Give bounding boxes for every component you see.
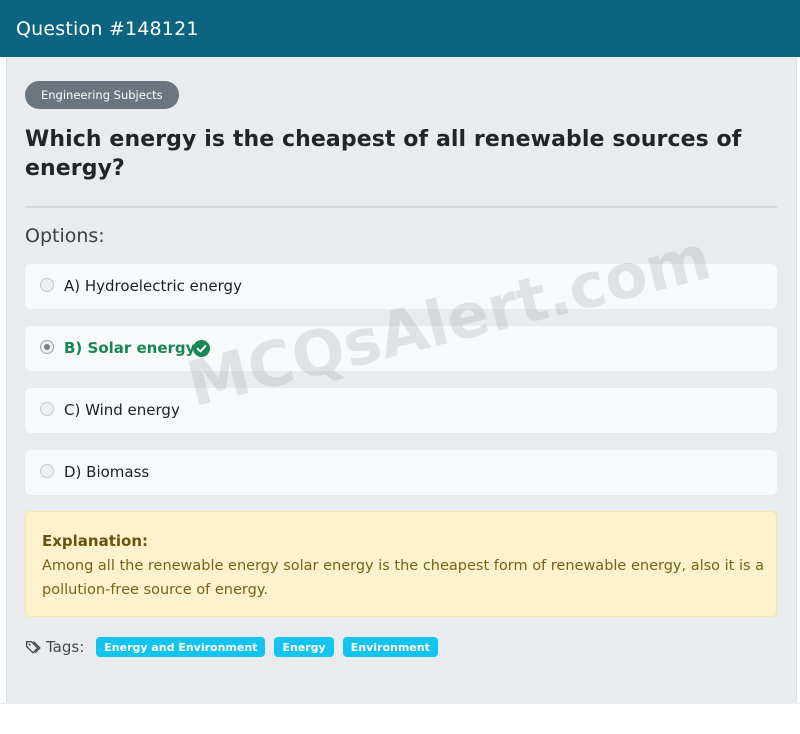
explanation-box: Explanation: Among all the renewable ene… (25, 511, 777, 617)
option-c-label: C) Wind energy (64, 401, 180, 419)
bottom-divider (0, 703, 800, 704)
options-label: Options: (25, 225, 105, 247)
option-d-label: D) Biomass (64, 463, 150, 481)
explanation-text: Among all the renewable energy solar ene… (42, 558, 765, 598)
option-d-radio[interactable] (40, 464, 54, 478)
check-circle-icon (193, 340, 210, 357)
category-badge[interactable]: Engineering Subjects (25, 81, 179, 109)
divider (25, 206, 777, 208)
option-b[interactable]: B) Solar energy (25, 326, 777, 371)
page-header: Question #148121 (0, 0, 800, 57)
option-c-radio[interactable] (40, 402, 54, 416)
option-a-radio[interactable] (40, 278, 54, 292)
tags-icon (25, 640, 41, 654)
explanation-title: Explanation: (42, 532, 149, 550)
tags-row: Tags: Energy and Environment Energy Envi… (25, 636, 447, 658)
option-c[interactable]: C) Wind energy (25, 388, 777, 433)
option-a-label: A) Hydroelectric energy (64, 277, 242, 295)
question-text: Which energy is the cheapest of all rene… (25, 127, 742, 181)
option-d[interactable]: D) Biomass (25, 450, 777, 495)
tag-energy[interactable]: Energy (274, 637, 334, 657)
tag-environment[interactable]: Environment (342, 637, 438, 657)
question-card: Engineering Subjects Which energy is the… (6, 57, 797, 703)
question-number-title: Question #148121 (16, 17, 199, 40)
tags-label: Tags: (46, 638, 85, 656)
option-b-label: B) Solar energy (64, 339, 196, 357)
option-b-radio[interactable] (40, 340, 54, 354)
tag-energy-and-environment[interactable]: Energy and Environment (96, 637, 266, 657)
option-a[interactable]: A) Hydroelectric energy (25, 264, 777, 309)
